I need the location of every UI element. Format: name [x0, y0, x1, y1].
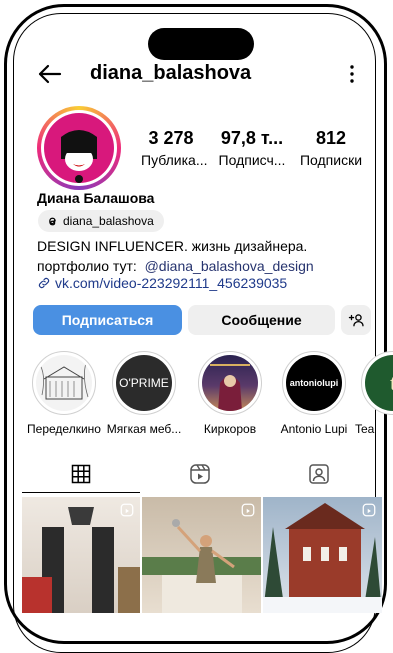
bio-link-text: vk.com/video-223292111_456239035	[55, 275, 288, 291]
threads-icon	[49, 217, 56, 225]
reels-icon	[190, 464, 210, 484]
profile-tabs	[22, 456, 378, 493]
followers-label: Подписч...	[218, 152, 286, 168]
highlight-item[interactable]: t Tea	[355, 351, 393, 436]
posts-count: 3 278	[148, 128, 194, 148]
message-button[interactable]: Сообщение	[188, 305, 335, 335]
profile-header: diana_balashova	[0, 56, 393, 92]
profile-name: Диана Балашова	[37, 190, 155, 206]
tab-reels[interactable]	[141, 456, 259, 492]
bio-mention-link[interactable]: @diana_balashova_design	[145, 258, 314, 274]
following-count: 812	[315, 128, 347, 148]
grid-icon	[71, 464, 91, 484]
highlight-item[interactable]: Киркоров	[191, 351, 269, 436]
posts-stat[interactable]: 3 278 Публика...	[141, 128, 208, 168]
reel-badge-icon	[120, 503, 134, 517]
highlight-label: Переделкино	[27, 422, 101, 436]
tab-posts-grid[interactable]	[22, 456, 140, 493]
link-icon	[38, 277, 50, 289]
more-options-icon[interactable]	[340, 62, 364, 86]
following-label: Подписки	[299, 152, 363, 168]
highlight-tea-logo: t	[365, 355, 393, 411]
profile-bio: DESIGN INFLUENCER. жизнь дизайнера. порт…	[37, 236, 314, 276]
add-person-icon	[348, 314, 364, 327]
profile-username: diana_balashova	[90, 62, 252, 84]
highlight-sketch-image	[36, 355, 92, 411]
highlight-logo-text: O'PRIME	[119, 376, 169, 390]
highlight-item[interactable]: antoniolupi Antonio Lupi	[275, 351, 353, 436]
back-arrow-icon[interactable]	[36, 61, 62, 87]
following-stat[interactable]: 812 Подписки	[298, 128, 364, 168]
highlight-photo	[202, 355, 258, 411]
bio-line: DESIGN INFLUENCER. жизнь дизайнера.	[37, 238, 308, 254]
avatar-story-ring[interactable]	[37, 106, 121, 190]
grid-post[interactable]	[22, 497, 140, 613]
follow-button[interactable]: Подписаться	[33, 305, 182, 335]
highlight-logo-text: antoniolupi	[289, 378, 339, 388]
followers-stat[interactable]: 97,8 т... Подписч...	[216, 128, 288, 168]
reel-badge-icon	[241, 503, 255, 517]
threads-handle: diana_balashova	[63, 214, 154, 228]
threads-badge[interactable]: diana_balashova	[38, 210, 164, 232]
posts-label: Публика...	[141, 152, 208, 168]
bio-external-link[interactable]: vk.com/video-223292111_456239035	[37, 275, 287, 291]
reel-badge-icon	[362, 503, 376, 517]
highlight-label: Киркоров	[203, 422, 257, 436]
bio-portfolio-text: портфолио тут:	[37, 258, 145, 274]
highlight-item[interactable]: O'PRIME Мягкая меб...	[105, 351, 183, 436]
grid-post[interactable]	[263, 497, 382, 613]
highlight-label: Antonio Lupi	[280, 422, 348, 436]
highlight-antoniolupi-logo: antoniolupi	[286, 355, 342, 411]
highlight-oprime-logo: O'PRIME	[116, 355, 172, 411]
highlight-label: Мягкая меб...	[106, 422, 182, 436]
tagged-icon	[309, 464, 329, 484]
highlight-label: Tea	[355, 422, 375, 436]
highlight-item[interactable]: Переделкино	[25, 351, 103, 436]
tab-tagged[interactable]	[260, 456, 378, 492]
suggest-people-button[interactable]	[341, 305, 371, 335]
avatar	[44, 113, 114, 183]
followers-count: 97,8 т...	[220, 128, 284, 148]
grid-post[interactable]	[142, 497, 261, 613]
